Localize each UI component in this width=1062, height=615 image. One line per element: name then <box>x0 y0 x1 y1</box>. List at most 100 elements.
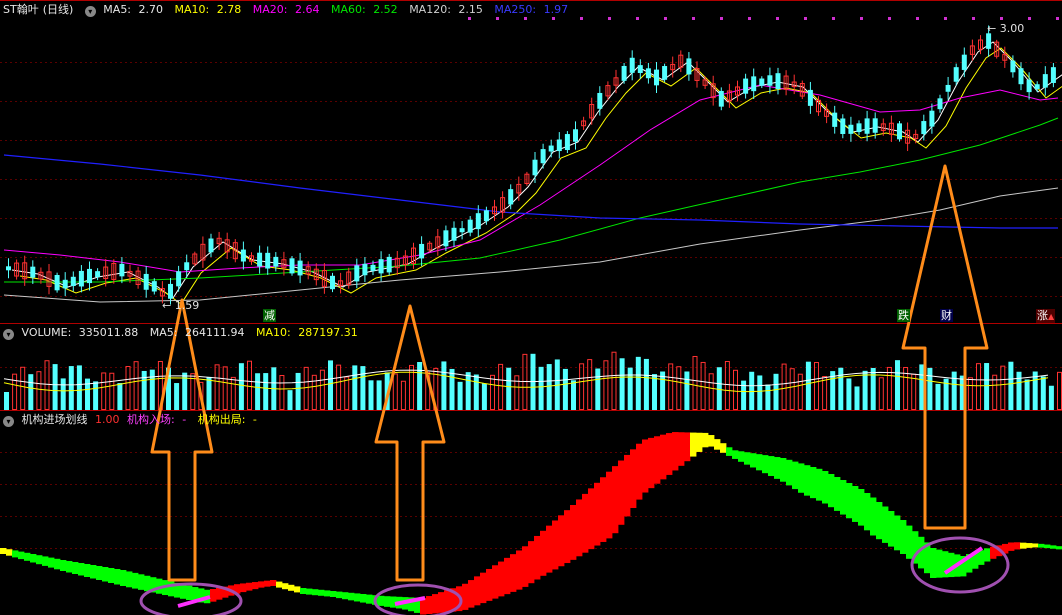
ribbon-segment <box>510 554 517 592</box>
ribbon-segment <box>738 451 745 462</box>
candle-down <box>459 228 465 233</box>
candle-down <box>856 123 862 133</box>
volume-collapse-icon[interactable]: ▾ <box>3 329 14 340</box>
volume-bar-down <box>263 373 269 410</box>
volume-bar-up <box>109 372 115 410</box>
rise-triangle-icon: ▲ <box>1048 312 1055 321</box>
candle-down <box>1050 67 1056 83</box>
candle-down <box>354 265 360 282</box>
candle-down <box>1026 79 1032 93</box>
period-text: (日线) <box>42 3 74 16</box>
ribbon-segment <box>876 502 883 540</box>
volume-bar-down <box>870 367 876 410</box>
indicator-collapse-icon[interactable]: ▾ <box>3 416 14 427</box>
ribbon-segment <box>684 432 691 462</box>
ribbon-segment <box>120 570 127 586</box>
volume-bar-down <box>52 364 58 410</box>
ribbon-segment <box>330 591 337 597</box>
candle-down <box>751 76 757 92</box>
ma250-legend: MA250: 1.97 <box>494 3 572 16</box>
volume-bar-down <box>862 370 868 410</box>
event-dot <box>1056 17 1059 20</box>
ma5-legend: MA5: 2.70 <box>103 3 167 16</box>
ribbon-segment <box>288 584 295 591</box>
ribbon-segment <box>678 432 685 466</box>
collapse-icon[interactable]: ▾ <box>84 6 96 17</box>
volume-bar-down <box>895 360 900 410</box>
fall-badge[interactable]: 跌 <box>897 309 910 322</box>
candle-down <box>289 258 295 274</box>
candle-down <box>370 264 376 271</box>
ribbon-segment <box>84 564 91 577</box>
reduce-badge[interactable]: 减 <box>263 309 276 322</box>
candle-down <box>937 98 943 110</box>
ribbon-segment <box>696 432 703 452</box>
candle-down <box>54 274 60 291</box>
volume-bar-down <box>927 367 933 410</box>
candle-down <box>832 112 838 127</box>
candle-down <box>330 275 335 290</box>
volume-bar-up <box>708 373 714 410</box>
ribbon-segment <box>186 585 193 601</box>
candle-down <box>864 118 870 134</box>
ribbon-segment <box>462 583 469 610</box>
ribbon-segment <box>282 583 289 590</box>
ribbon-segment <box>636 443 643 500</box>
ribbon-segment <box>6 549 13 556</box>
candle-down <box>872 118 878 133</box>
exit-label: 机构出局: <box>197 413 246 426</box>
ribbon-segment <box>252 582 259 590</box>
candle-down <box>143 273 149 290</box>
ribbon-segment <box>516 550 523 590</box>
ribbon-segment <box>828 474 835 508</box>
ribbon-segment <box>624 454 631 517</box>
ribbon-segment <box>18 551 25 560</box>
volume-bar-down <box>441 361 447 410</box>
rise-badge-text: 涨 <box>1037 309 1048 322</box>
volume-bar-down <box>449 368 455 410</box>
rise-badge[interactable]: 涨▲ <box>1036 309 1056 323</box>
ma60-label: MA60: <box>330 3 366 16</box>
ribbon-segment <box>834 477 841 511</box>
ribbon-segment <box>378 595 385 606</box>
ribbon-segment <box>864 493 871 531</box>
candle-down <box>386 256 392 273</box>
ribbon-segment <box>264 580 271 587</box>
volume-bar-up <box>822 376 828 411</box>
volume-bar-down <box>174 383 180 410</box>
volume-bar-down <box>149 369 155 410</box>
volume-bar-down <box>765 384 771 410</box>
volume-bar-up <box>1057 371 1062 410</box>
volume-bar-down <box>951 371 957 410</box>
ribbon-segment <box>570 505 577 560</box>
ribbon-segment <box>1044 544 1051 549</box>
ribbon-segment <box>66 561 73 573</box>
ribbon-segment <box>714 439 721 450</box>
volume-bar-down <box>1040 376 1046 410</box>
volume-bar-up <box>498 363 504 411</box>
finance-badge[interactable]: 财 <box>940 309 953 322</box>
chart-stage[interactable] <box>0 0 1062 615</box>
ribbon-segment <box>306 588 313 595</box>
volume-bar-down <box>465 372 471 410</box>
ribbon-segment <box>792 461 799 490</box>
volume-bar-up <box>344 376 350 410</box>
candle-down <box>897 123 902 140</box>
volume-bar-down <box>984 363 990 410</box>
event-dot <box>636 17 639 20</box>
volume-bar-down <box>28 374 34 410</box>
ribbon-segment <box>354 593 361 602</box>
ribbon-segment <box>1032 543 1039 548</box>
symbol-name[interactable]: ST翰叶 (日线) <box>3 3 77 16</box>
volume-bar-down <box>376 380 382 410</box>
symbol-text: ST翰叶 <box>3 3 39 16</box>
volume-bar-down <box>206 376 212 410</box>
exit-value: - <box>252 413 257 426</box>
candle-down <box>840 118 846 134</box>
candle-down <box>961 54 967 70</box>
volume-bar-down <box>1024 379 1030 410</box>
volume-bar-up <box>133 361 139 411</box>
indicator-name[interactable]: 机构进场划线 <box>22 413 88 426</box>
ma5-label: MA5: <box>103 3 132 16</box>
candle-down <box>1042 74 1048 88</box>
